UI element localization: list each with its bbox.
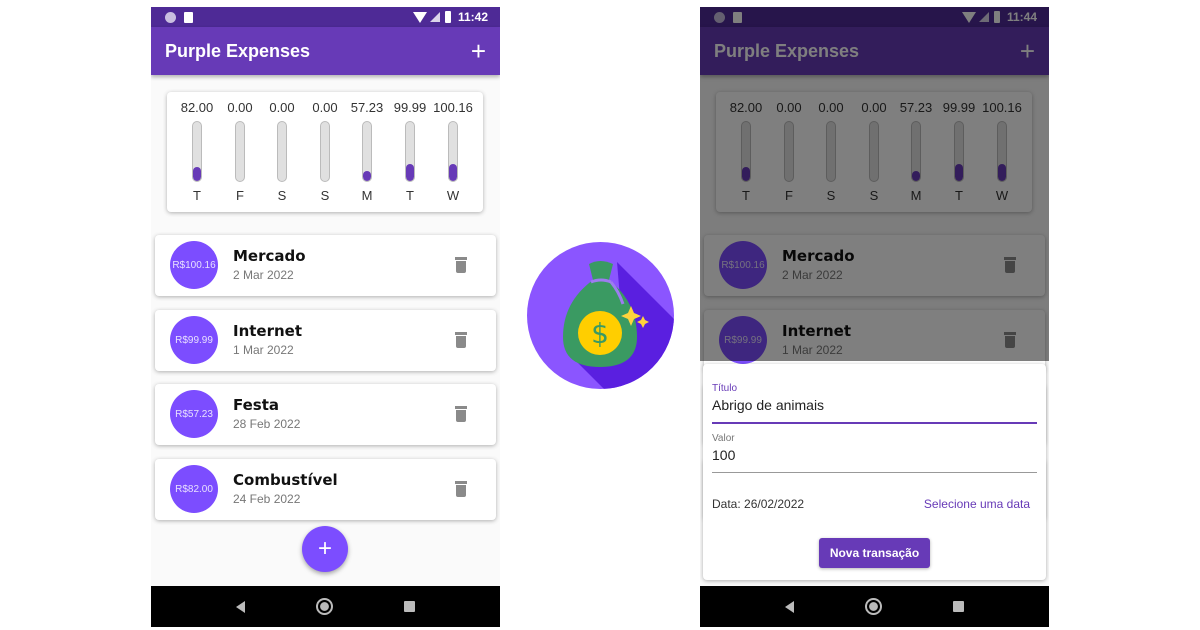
svg-text:$: $ [591, 317, 609, 350]
app-title: Purple Expenses [165, 40, 311, 61]
transaction-item: R$100.16 Mercado 2 Mar 2022 [155, 235, 496, 296]
transaction-title: Combustível [233, 471, 338, 489]
home-icon[interactable] [864, 598, 882, 615]
back-icon[interactable] [236, 600, 246, 613]
chart-bar-track [448, 121, 458, 182]
transaction-title: Internet [233, 322, 303, 340]
transaction-date: 1 Mar 2022 [233, 343, 294, 357]
modal-scrim[interactable] [700, 7, 1049, 361]
title-underline [712, 422, 1037, 424]
chart-bar-track [320, 121, 330, 182]
trash-lid [455, 481, 467, 484]
chart-day-label: S [320, 188, 330, 203]
chart-day-label: S [277, 188, 287, 203]
trash-can [456, 485, 466, 497]
chart-bar-track [405, 121, 415, 182]
trash-lid [455, 332, 467, 335]
new-transaction-sheet: Título Abrigo de animais Valor 100 Data: 26/… [703, 364, 1046, 580]
notification-icon [165, 11, 176, 23]
signal-icon [429, 12, 440, 22]
transaction-item: R$99.99 Internet 1 Mar 2022 [155, 310, 496, 371]
chart-bar-track [362, 121, 372, 182]
trash-lid [455, 406, 467, 409]
home-icon[interactable] [315, 598, 333, 615]
wifi-icon [412, 11, 427, 23]
add-transaction-fab[interactable]: + [302, 526, 348, 572]
money-bag-logo: $ [527, 242, 674, 389]
chart-day-label: T [406, 188, 414, 203]
chart-bar-fill [449, 163, 457, 181]
transaction-date: 24 Feb 2022 [233, 492, 301, 506]
chart-bar-fill [406, 163, 414, 181]
amount-avatar: R$100.16 [170, 241, 218, 289]
amount-avatar: R$82.00 [170, 465, 218, 513]
transaction-item: R$82.00 Combustível 24 Feb 2022 [155, 459, 496, 520]
trash-can [456, 410, 466, 422]
chart-bar-track [277, 121, 287, 182]
selected-date: Data: 26/02/2022 [712, 497, 805, 511]
weekly-chart: 82.00T0.00F0.00S0.00S57.23M99.99T100.16W [167, 92, 483, 212]
submit-transaction-button[interactable]: Nova transação [819, 538, 930, 568]
chart-day-label: M [361, 188, 373, 203]
trash-lid [455, 257, 467, 260]
chart-bar-fill [193, 166, 201, 181]
delete-trash-icon[interactable] [455, 332, 467, 348]
title-field-label: Título [712, 383, 738, 394]
delete-trash-icon[interactable] [455, 406, 467, 422]
phone-screen-list: 11:42 Purple Expenses +82.00 T 0.00 F 0.00 S 0.0… [151, 7, 500, 627]
chart-day-label: W [446, 188, 460, 203]
title-input[interactable]: Abrigo de animais [712, 397, 824, 413]
select-date-button[interactable]: Selecione uma data [924, 497, 1030, 511]
delete-trash-icon[interactable] [455, 257, 467, 273]
navigation-bar [700, 586, 1049, 627]
value-input[interactable]: 100 [712, 447, 735, 463]
trash-can [456, 336, 466, 348]
value-field-label: Valor [712, 433, 735, 444]
phone-screen-form: 11:44Purple Expenses+82.00T0.00F0.00S0.0… [700, 7, 1049, 627]
status-bar: 11:42 [151, 7, 500, 27]
navigation-bar [151, 586, 500, 627]
battery-icon [444, 11, 451, 23]
chart-bar-track [235, 121, 245, 182]
transaction-title: Festa [233, 396, 280, 414]
amount-avatar: R$57.23 [170, 390, 218, 438]
delete-trash-icon[interactable] [455, 481, 467, 497]
chart-day-label: F [236, 188, 244, 203]
recents-icon[interactable] [403, 601, 415, 612]
value-underline [712, 472, 1037, 473]
transaction-item: R$57.23 Festa 28 Feb 2022 [155, 384, 496, 445]
back-icon[interactable] [785, 600, 795, 613]
amount-avatar: R$99.99 [170, 316, 218, 364]
chart-bar-track [192, 121, 202, 182]
transaction-date: 28 Feb 2022 [233, 417, 301, 431]
recents-icon[interactable] [952, 601, 964, 612]
transaction-title: Mercado [233, 247, 306, 265]
transaction-date: 2 Mar 2022 [233, 268, 294, 282]
plus-icon[interactable]: + [471, 38, 486, 64]
chart-bar-fill [363, 171, 371, 181]
sd-card-icon [184, 11, 193, 23]
app-bar: Purple Expenses + [151, 27, 500, 75]
status-time: 11:42 [457, 10, 488, 24]
trash-can [456, 261, 466, 273]
chart-value-label: 100.16 [433, 100, 473, 115]
chart-day-label: T [193, 188, 201, 203]
